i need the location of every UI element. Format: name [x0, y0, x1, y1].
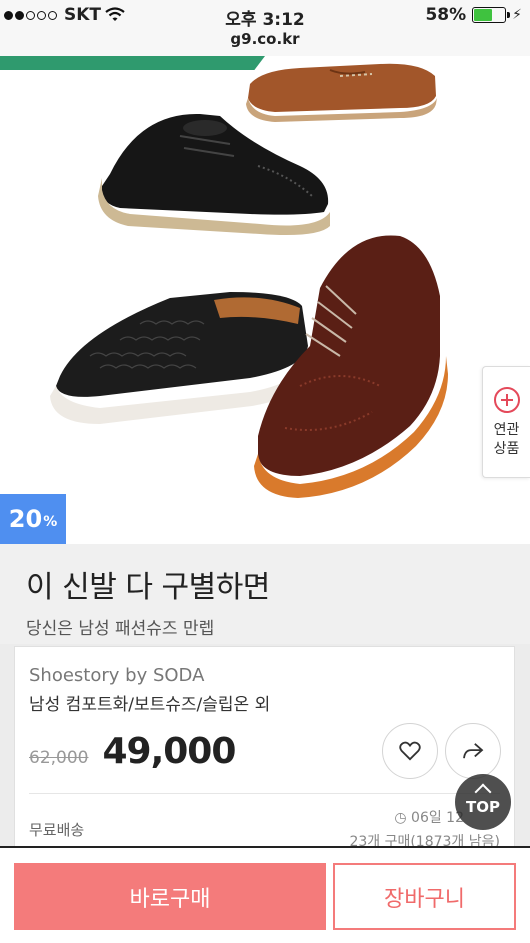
- scroll-top-button[interactable]: TOP: [455, 774, 511, 830]
- clock-icon: ◷: [394, 810, 407, 826]
- top-label: TOP: [466, 798, 500, 816]
- plus-circle-icon: [493, 387, 520, 413]
- card-divider: [29, 793, 500, 794]
- related-label-line2: 상품: [493, 441, 520, 457]
- share-arrow-icon: [463, 743, 484, 759]
- heart-icon: [399, 741, 421, 761]
- related-products-tab[interactable]: 연관 상품: [482, 366, 530, 478]
- original-price: 62,000: [29, 748, 89, 768]
- shoes-illustration: [50, 63, 448, 498]
- buy-now-button[interactable]: 바로구매: [14, 863, 326, 930]
- sale-price: 49,000: [102, 731, 236, 772]
- like-button[interactable]: [382, 723, 438, 779]
- bottom-action-bar: 바로구매 장바구니: [0, 846, 530, 943]
- status-right: 58% ⚡: [425, 5, 522, 25]
- related-label-line1: 연관: [493, 422, 520, 438]
- product-brand: Shoestory by SODA: [29, 665, 205, 686]
- product-description: 남성 컴포트화/보트슈즈/슬립온 외: [29, 695, 271, 715]
- price-row: 62,000 49,000: [29, 731, 236, 772]
- battery-icon: [472, 7, 511, 23]
- discount-value: 20: [8, 505, 43, 533]
- page-title: 이 신발 다 구별하면: [26, 570, 270, 605]
- share-button[interactable]: [445, 723, 501, 779]
- charging-icon: ⚡: [512, 7, 522, 23]
- add-to-cart-button[interactable]: 장바구니: [333, 863, 516, 930]
- battery-percent: 58%: [425, 5, 467, 25]
- discount-badge: 20%: [0, 494, 66, 544]
- time-remaining: ◷ 06일 12: [394, 807, 464, 827]
- shipping-info: 무료배송: [29, 821, 85, 839]
- page-subtitle: 당신은 남성 패션슈즈 만렙: [26, 619, 215, 639]
- url-bar[interactable]: g9.co.kr: [0, 30, 530, 56]
- title-section: 이 신발 다 구별하면 당신은 남성 패션슈즈 만렙: [0, 544, 530, 644]
- black-wingtip-shoe: [98, 113, 330, 235]
- product-hero-image[interactable]: 연관 상품: [0, 56, 530, 544]
- status-bar: SKT 오후 3:12 58% ⚡: [0, 0, 530, 30]
- discount-unit: %: [43, 514, 58, 530]
- brown-suede-shoe: [246, 63, 437, 122]
- product-card[interactable]: Shoestory by SODA 남성 컴포트화/보트슈즈/슬립온 외 62,…: [14, 646, 515, 876]
